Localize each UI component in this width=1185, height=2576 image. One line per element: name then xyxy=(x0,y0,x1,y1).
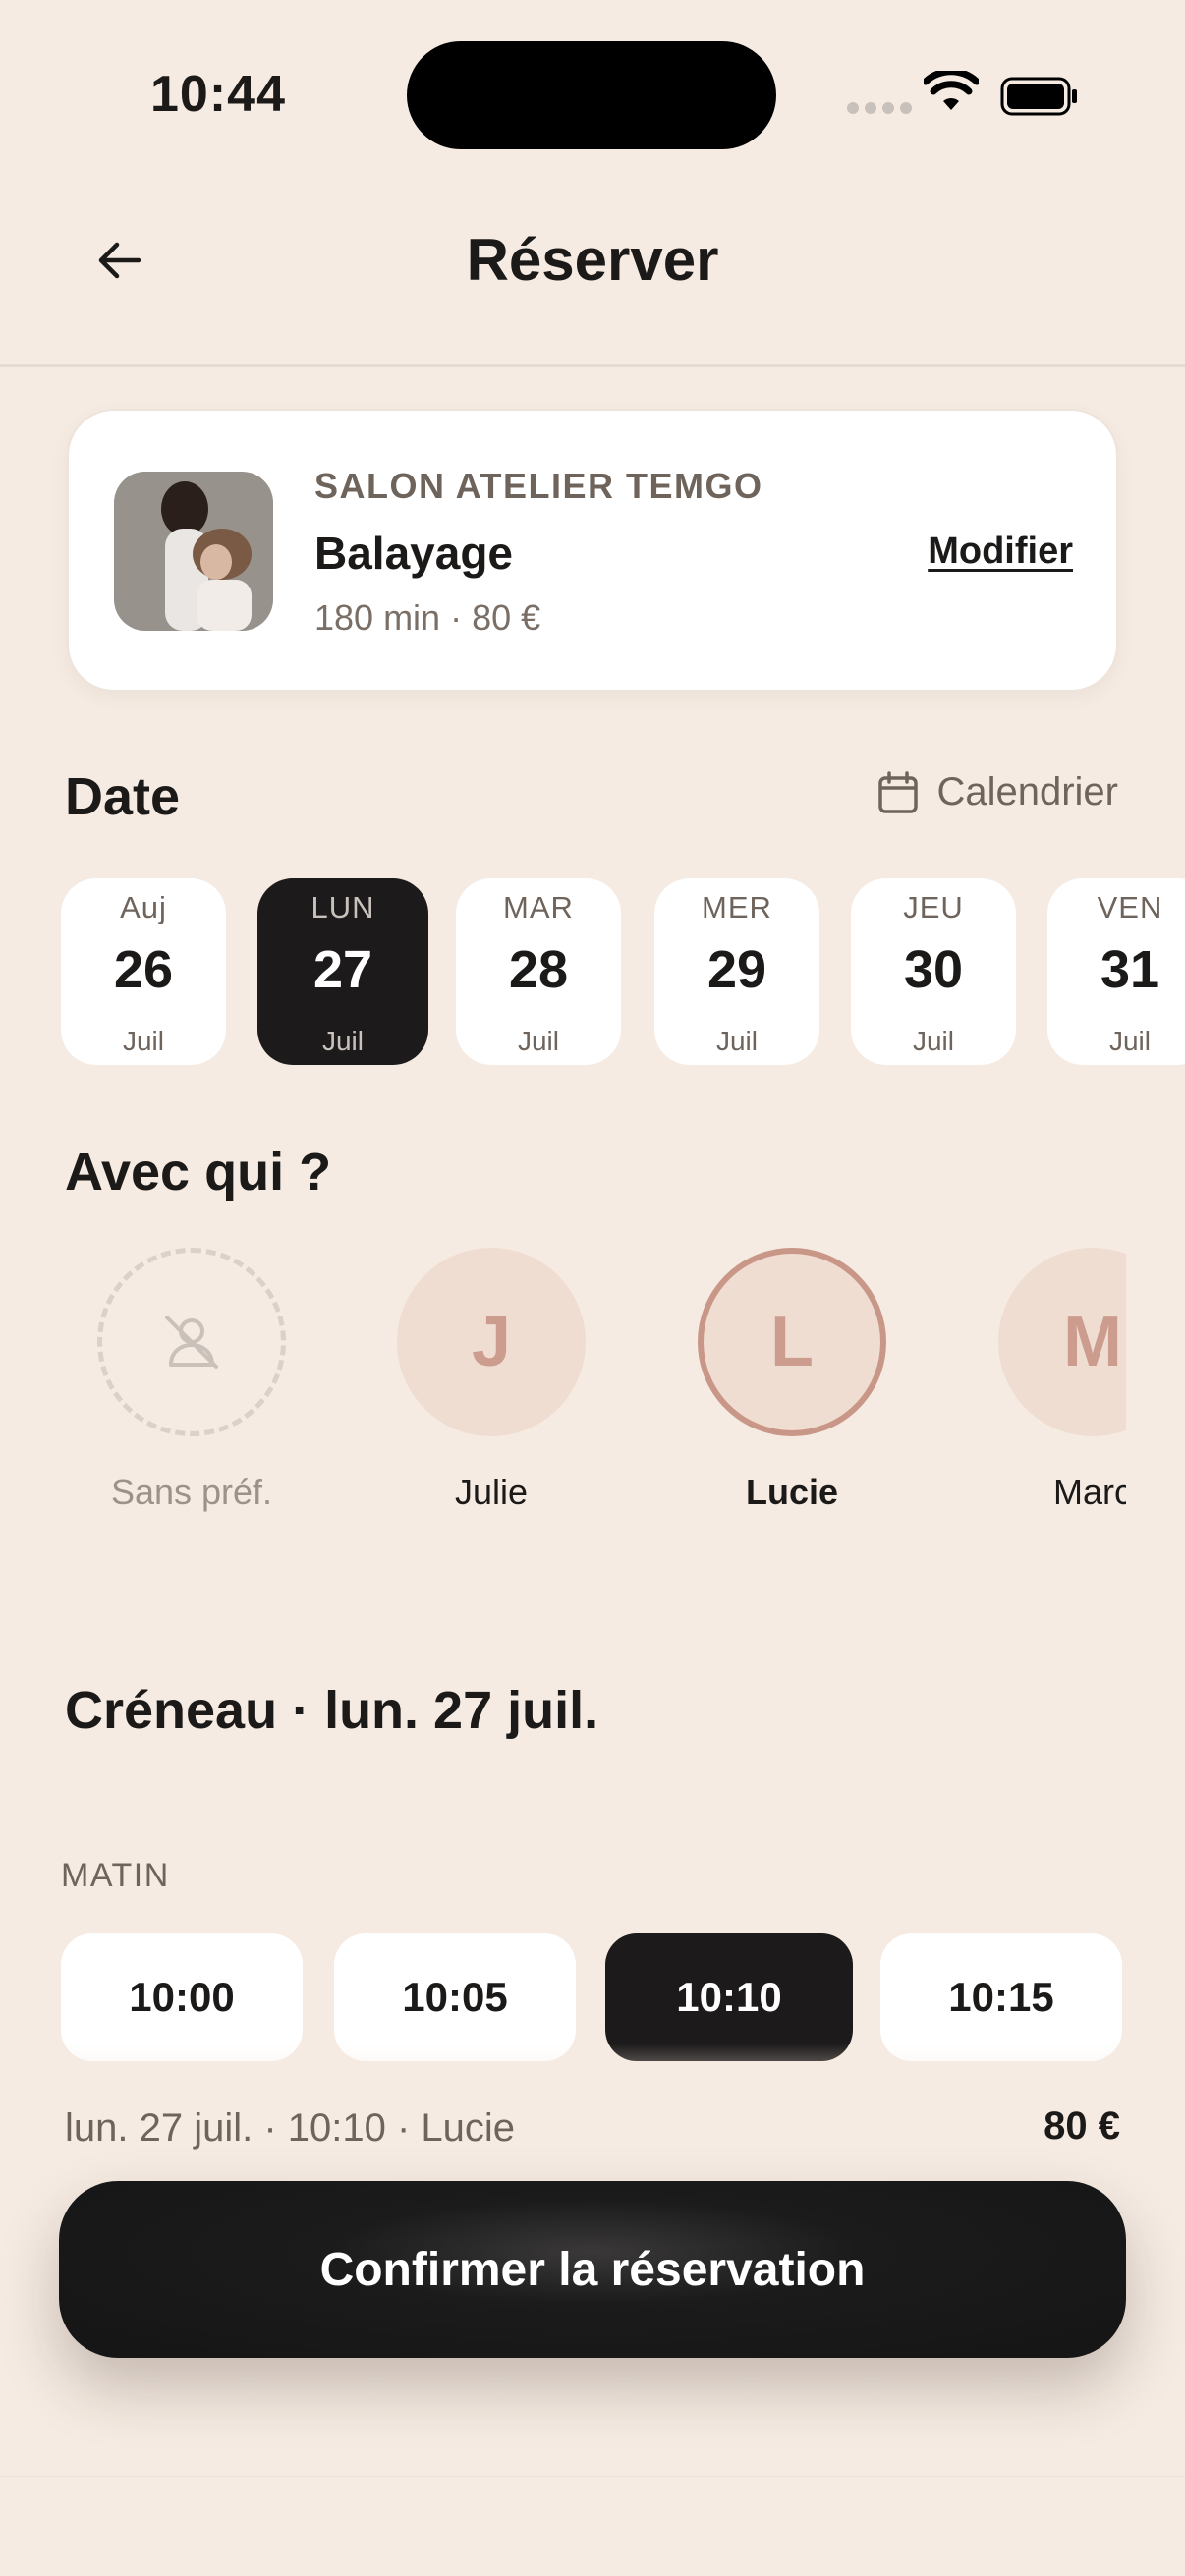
date-weekday: VEN xyxy=(1097,890,1163,924)
date-option[interactable]: MAR 28 Juil xyxy=(456,878,621,1065)
date-option[interactable]: VEN 31 Juil xyxy=(1047,878,1185,1065)
arrow-left-icon xyxy=(98,242,141,279)
time-slot[interactable]: 10:15 xyxy=(880,1933,1122,2061)
staff-option-selected[interactable]: L Lucie xyxy=(664,1248,920,1513)
staff-option[interactable]: J Julie xyxy=(364,1248,619,1513)
date-weekday: MAR xyxy=(503,890,574,924)
salon-name: SALON ATELIER TEMGO xyxy=(314,466,763,506)
date-day: 30 xyxy=(903,940,964,999)
back-button[interactable] xyxy=(88,228,153,293)
avatar: L xyxy=(698,1248,886,1436)
slot-section-title: Créneau · lun. 27 juil. xyxy=(65,1681,599,1740)
date-weekday: Auj xyxy=(120,890,167,924)
date-month: Juil xyxy=(517,1026,559,1056)
avatar: M xyxy=(998,1248,1126,1436)
staff-name: Sans préf. xyxy=(110,1472,273,1512)
cellular-signal-icon xyxy=(847,102,912,114)
date-day: 31 xyxy=(1100,940,1160,999)
service-summary-card: SALON ATELIER TEMGO Balayage 180 min · 8… xyxy=(67,409,1118,692)
staff-option-no-preference[interactable]: Sans préf. xyxy=(64,1248,319,1513)
dynamic-island xyxy=(407,41,776,149)
date-month: Juil xyxy=(1108,1026,1151,1056)
header-divider xyxy=(0,364,1185,367)
date-month: Juil xyxy=(122,1026,164,1056)
calendar-icon xyxy=(878,770,919,813)
booking-summary: lun. 27 juil. · 10:10 · Lucie xyxy=(65,2106,516,2150)
booking-price: 80 € xyxy=(1044,2104,1120,2148)
date-option[interactable]: MER 29 Juil xyxy=(654,878,819,1065)
staff-name: Julie xyxy=(454,1472,529,1512)
status-time: 10:44 xyxy=(150,66,286,123)
date-picker-strip[interactable]: Auj 26 Juil LUN 27 Juil MAR 28 Juil MER … xyxy=(61,878,1185,1069)
date-weekday: LUN xyxy=(310,890,375,924)
avatar xyxy=(97,1248,286,1436)
staff-name: Marc xyxy=(1053,1472,1126,1512)
date-day: 26 xyxy=(113,940,174,999)
staff-section-title: Avec qui ? xyxy=(65,1143,332,1202)
date-option[interactable]: Auj 26 Juil xyxy=(61,878,226,1065)
time-slot-selected[interactable]: 10:10 xyxy=(605,1933,853,2061)
date-day: 28 xyxy=(508,940,569,999)
service-duration-price: 180 min · 80 € xyxy=(314,597,541,638)
date-month: Juil xyxy=(912,1026,954,1056)
date-option[interactable]: JEU 30 Juil xyxy=(851,878,1016,1065)
date-weekday: JEU xyxy=(903,890,964,924)
period-label: MATIN xyxy=(61,1857,170,1894)
page-title: Réserver xyxy=(466,227,719,293)
confirm-booking-button[interactable]: Confirmer la réservation xyxy=(59,2181,1126,2358)
service-name: Balayage xyxy=(314,528,514,579)
staff-name: Lucie xyxy=(745,1472,839,1512)
staff-option[interactable]: M Marc xyxy=(965,1248,1126,1513)
date-option-selected[interactable]: LUN 27 Juil xyxy=(257,878,428,1065)
user-off-icon xyxy=(165,1316,218,1369)
modify-service-link[interactable]: Modifier xyxy=(928,531,1073,573)
home-indicator-area xyxy=(0,2476,1185,2576)
date-day: 27 xyxy=(312,940,373,999)
staff-picker-strip[interactable]: Sans préf. J Julie L Lucie M Marc xyxy=(61,1248,1126,1533)
avatar: J xyxy=(397,1248,586,1436)
calendar-label: Calendrier xyxy=(936,770,1118,813)
time-slot[interactable]: 10:05 xyxy=(334,1933,576,2061)
date-day: 29 xyxy=(706,940,767,999)
battery-icon xyxy=(1000,77,1077,116)
wifi-icon xyxy=(924,71,979,110)
time-slot[interactable]: 10:00 xyxy=(61,1933,303,2061)
calendar-button[interactable]: Calendrier xyxy=(877,770,1118,814)
salon-photo xyxy=(114,472,273,631)
date-section-title: Date xyxy=(65,767,181,826)
date-month: Juil xyxy=(321,1026,364,1056)
date-month: Juil xyxy=(715,1026,758,1056)
date-weekday: MER xyxy=(702,890,772,924)
